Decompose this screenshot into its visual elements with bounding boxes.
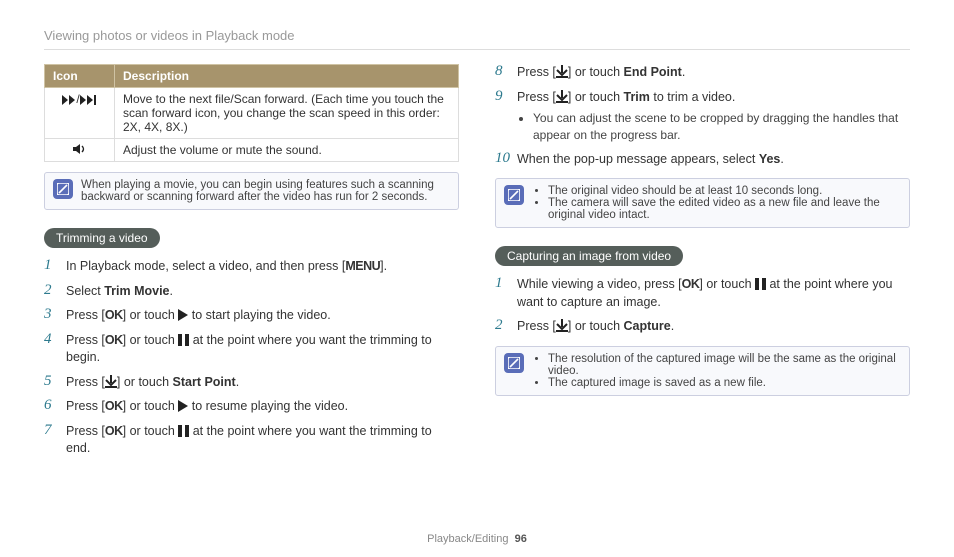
menu-button-label: MENU [345, 259, 380, 273]
note-box: The resolution of the captured image wil… [495, 346, 910, 396]
bold-label: Trim [624, 90, 650, 104]
table-row: / Move to the next file/Scan forward. (E… [45, 88, 459, 139]
down-icon [105, 375, 117, 388]
bold-label: Capture [624, 319, 671, 333]
note-item: The resolution of the captured image wil… [548, 353, 901, 377]
note-icon [53, 179, 73, 199]
ok-button-label: OK [682, 277, 700, 291]
step: While viewing a video, press [OK] or tou… [495, 276, 910, 311]
note-icon [504, 353, 524, 373]
step: When the pop-up message appears, select … [495, 151, 910, 169]
cell-desc: Adjust the volume or mute the sound. [115, 139, 459, 162]
play-icon [178, 400, 188, 412]
step: Press [OK] or touch at the point where y… [44, 332, 459, 367]
step: Select Trim Movie. [44, 283, 459, 301]
step: Press [OK] or touch at the point where y… [44, 423, 459, 458]
trim-steps: In Playback mode, select a video, and th… [44, 258, 459, 458]
down-icon [556, 319, 568, 332]
down-icon [556, 65, 568, 78]
step: Press [OK] or touch to resume playing th… [44, 398, 459, 416]
note-icon [504, 185, 524, 205]
pause-icon [755, 278, 766, 290]
bold-label: Yes [759, 152, 781, 166]
section-heading-trim: Trimming a video [44, 228, 160, 248]
step: Press [] or touch Trim to trim a video. … [495, 89, 910, 144]
volume-icon [73, 144, 87, 156]
cell-desc: Move to the next file/Scan forward. (Eac… [115, 88, 459, 139]
play-icon [178, 309, 188, 321]
down-icon [556, 90, 568, 103]
sub-step: You can adjust the scene to be cropped b… [533, 110, 910, 144]
step: Press [] or touch Start Point. [44, 374, 459, 392]
footer: Playback/Editing 96 [0, 533, 954, 545]
capture-steps: While viewing a video, press [OK] or tou… [495, 276, 910, 336]
trim-steps-continued: Press [] or touch End Point. Press [] or… [495, 64, 910, 168]
note-box: The original video should be at least 10… [495, 178, 910, 228]
th-desc: Description [115, 65, 459, 88]
note-box: When playing a movie, you can begin usin… [44, 172, 459, 210]
table-row: Adjust the volume or mute the sound. [45, 139, 459, 162]
bold-label: Start Point [173, 375, 236, 389]
fast-forward-bar-icon [80, 95, 97, 105]
pause-icon [178, 334, 189, 346]
step: In Playback mode, select a video, and th… [44, 258, 459, 276]
note-text: When playing a movie, you can begin usin… [81, 179, 450, 203]
ok-button-label: OK [105, 333, 123, 347]
divider [44, 49, 910, 50]
section-heading-capture: Capturing an image from video [495, 246, 683, 266]
th-icon: Icon [45, 65, 115, 88]
step: Press [] or touch Capture. [495, 318, 910, 336]
note-item: The camera will save the edited video as… [548, 197, 901, 221]
ok-button-label: OK [105, 308, 123, 322]
step: Press [OK] or touch to start playing the… [44, 307, 459, 325]
ok-button-label: OK [105, 424, 123, 438]
bold-label: End Point [624, 65, 682, 79]
footer-page: 96 [515, 533, 527, 545]
note-item: The original video should be at least 10… [548, 185, 901, 197]
icon-description-table: Icon Description / Move to the next file… [44, 64, 459, 162]
breadcrumb: Viewing photos or videos in Playback mod… [44, 28, 910, 43]
footer-section: Playback/Editing [427, 533, 508, 545]
bold-label: Trim Movie [104, 284, 169, 298]
note-item: The captured image is saved as a new fil… [548, 377, 901, 389]
step: Press [] or touch End Point. [495, 64, 910, 82]
pause-icon [178, 425, 189, 437]
ok-button-label: OK [105, 399, 123, 413]
fast-forward-icon [62, 95, 76, 105]
